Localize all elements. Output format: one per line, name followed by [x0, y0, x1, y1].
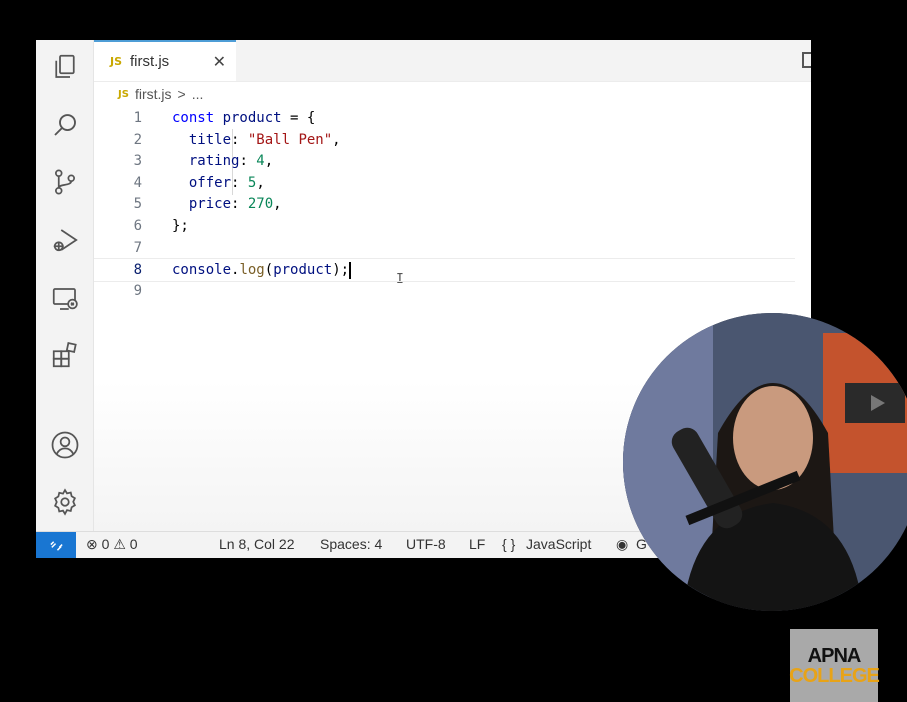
code-token: ,	[332, 131, 341, 148]
tab-first-js[interactable]: JS first.js ✕	[94, 40, 236, 81]
code-token: "Ball Pen"	[247, 131, 333, 148]
code-token: const	[172, 110, 223, 126]
language-mode[interactable]: JavaScript	[526, 536, 591, 552]
source-control-icon[interactable]	[48, 165, 82, 199]
code-text: price: 270,	[172, 193, 282, 215]
code-line[interactable]: 5 price: 270,	[94, 193, 795, 215]
settings-gear-icon[interactable]	[48, 485, 82, 519]
code-token: ,	[273, 196, 282, 213]
code-line[interactable]: 1 const product = {	[94, 107, 795, 129]
line-number: 7	[133, 239, 142, 256]
line-number: 8	[133, 262, 142, 279]
line-number: 5	[133, 196, 142, 213]
extensions-icon[interactable]	[48, 338, 82, 372]
code-line[interactable]: 6};	[94, 215, 795, 237]
code-text: };	[172, 215, 189, 237]
editor-tab-bar: JS first.js ✕	[94, 40, 811, 82]
run-debug-icon[interactable]	[48, 223, 82, 257]
error-count: 0	[101, 536, 110, 552]
line-number: 3	[133, 153, 142, 170]
code-token: :	[231, 174, 248, 191]
logo-line-2: COLLEGE	[789, 664, 880, 687]
line-number: 4	[133, 174, 142, 191]
code-token: = {	[281, 110, 316, 126]
code-token: offer	[172, 174, 232, 191]
code-line[interactable]: 9	[94, 280, 795, 302]
code-text: rating: 4,	[172, 150, 273, 172]
remote-indicator-icon[interactable]	[36, 532, 76, 558]
close-icon[interactable]: ✕	[213, 52, 226, 71]
code-token: :	[231, 131, 248, 148]
code-token: rating	[172, 153, 240, 170]
eol-setting[interactable]: LF	[469, 536, 485, 552]
code-line[interactable]: 2 title: "Ball Pen",	[94, 129, 795, 151]
remote-explorer-icon[interactable]	[48, 282, 82, 316]
logo-line-1: APNA	[807, 644, 862, 667]
code-line[interactable]: 3 rating: 4,	[94, 150, 795, 172]
javascript-file-icon: JS	[110, 55, 123, 68]
code-token: :	[231, 196, 248, 213]
code-token: };	[172, 218, 189, 234]
breadcrumb-separator: >	[177, 86, 186, 102]
encoding-setting[interactable]: UTF-8	[406, 536, 446, 552]
code-token: ,	[264, 153, 274, 170]
cursor-position[interactable]: Ln 8, Col 22	[219, 536, 295, 552]
explorer-icon[interactable]	[48, 50, 82, 84]
code-token: product	[222, 110, 282, 126]
line-number: 6	[133, 218, 142, 234]
warning-icon: ⚠	[113, 536, 126, 552]
code-token: console	[172, 262, 232, 279]
code-token: ,	[256, 174, 265, 191]
code-text: offer: 5,	[172, 172, 265, 194]
apna-college-logo: APNA COLLEGE	[789, 629, 880, 702]
problems-indicator[interactable]: ⊗ 0 ⚠ 0	[86, 536, 138, 553]
code-token: log	[239, 262, 265, 279]
code-token: );	[332, 262, 350, 279]
split-editor-icon[interactable]	[802, 52, 811, 68]
tab-label: first.js	[130, 53, 170, 70]
code-line[interactable]: 4 offer: 5,	[94, 172, 795, 194]
code-text: console.log(product);	[172, 259, 352, 281]
code-token: 4	[256, 153, 265, 170]
code-token: product	[273, 262, 333, 279]
error-icon: ⊗	[86, 536, 98, 552]
code-token: title	[172, 131, 232, 148]
line-number: 1	[133, 110, 142, 126]
language-braces-icon: { }	[502, 536, 516, 552]
line-number: 9	[133, 282, 142, 299]
code-line[interactable]: 8 console.log(product);	[94, 258, 795, 283]
code-token: (	[264, 262, 274, 279]
code-token: price	[172, 196, 232, 213]
account-icon[interactable]	[48, 428, 82, 462]
breadcrumb-ellipsis[interactable]: ...	[192, 86, 204, 102]
code-text: title: "Ball Pen",	[172, 129, 341, 151]
breadcrumb-file[interactable]: first.js	[135, 86, 172, 102]
javascript-file-icon: JS	[118, 88, 129, 100]
text-cursor	[349, 261, 352, 279]
webcam-overlay	[623, 313, 907, 611]
code-token: :	[239, 153, 257, 170]
code-text: const product = {	[172, 107, 315, 129]
code-line[interactable]: 7	[94, 237, 795, 259]
warning-count: 0	[129, 536, 138, 552]
broadcast-icon[interactable]: ◉	[616, 536, 628, 553]
code-token: 270	[247, 196, 274, 213]
activity-bar	[36, 40, 94, 532]
indentation-setting[interactable]: Spaces: 4	[320, 536, 382, 552]
search-icon[interactable]	[48, 108, 82, 142]
line-number: 2	[133, 131, 142, 148]
breadcrumb: JS first.js > ...	[118, 86, 203, 102]
